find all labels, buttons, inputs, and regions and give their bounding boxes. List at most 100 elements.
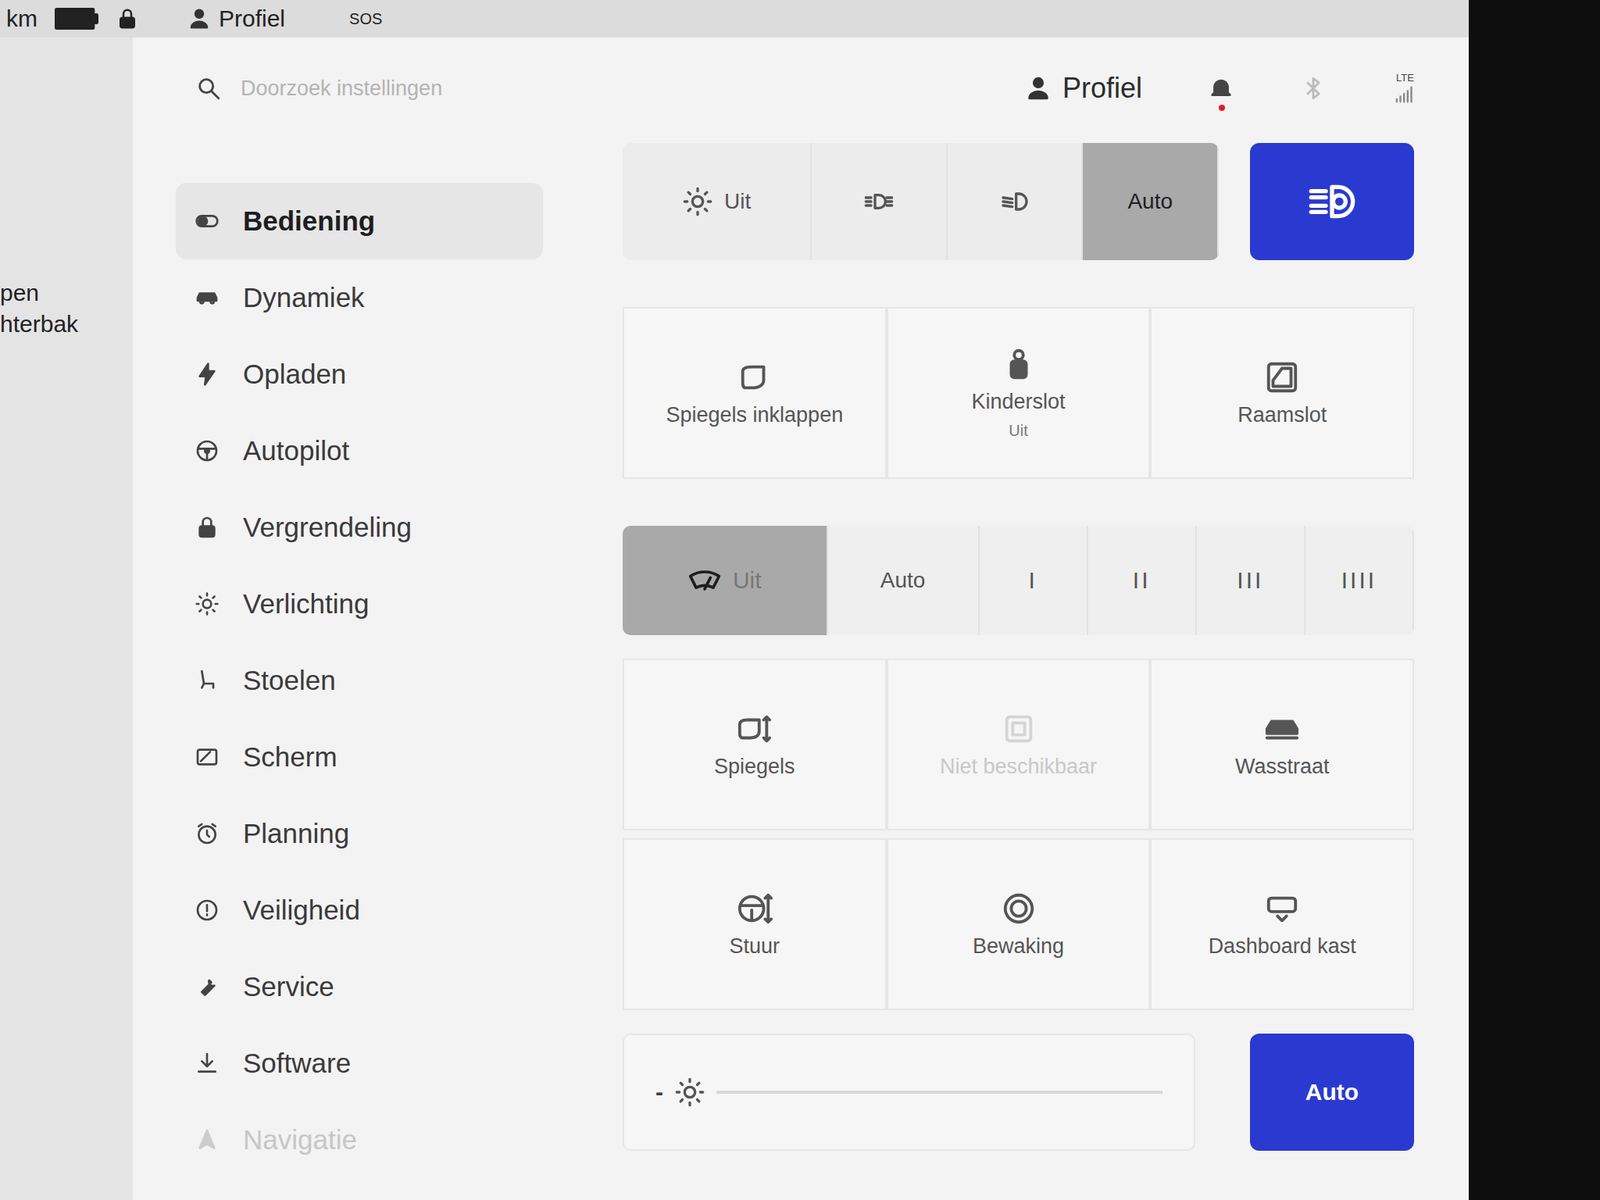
headlight-option[interactable]: Auto [1082, 142, 1219, 261]
network-status: LTE [1392, 71, 1415, 106]
toggle-icon [194, 208, 220, 234]
car-panel-text[interactable]: hterbak [0, 310, 133, 338]
auto-label[interactable]: Auto [1305, 1078, 1359, 1106]
brightness-track[interactable] [716, 1090, 1163, 1094]
settings-body: Bediening Dynamiek Opladen Autopilot Vergren… [132, 139, 1469, 1200]
control-value: Uit [1008, 421, 1028, 440]
control-card[interactable]: Wasstraat [1150, 658, 1415, 831]
sidebar-item[interactable]: Autopilot [175, 412, 543, 490]
screen-body: pen hterbak Doorzoek instellingen Profiel LT… [0, 37, 1469, 1200]
info-icon [194, 897, 220, 923]
wiper-option[interactable]: Uit [622, 525, 829, 636]
control-card[interactable]: Raamslot [1150, 307, 1415, 479]
wiper-control: UitAutoIIIIIIIIII [622, 525, 1415, 636]
wiper-label[interactable]: III [1236, 567, 1264, 594]
headlight-option[interactable] [947, 142, 1084, 261]
brightness-control: - [622, 1033, 1196, 1151]
sidebar-item[interactable]: Dynamiek [175, 259, 543, 336]
control-card[interactable]: Kinderslot Uit [886, 307, 1151, 479]
lock-icon [115, 7, 140, 31]
brightness-auto-button[interactable]: Auto [1250, 1033, 1415, 1151]
sidebar-label[interactable]: Bediening [242, 205, 375, 237]
sidebar-item[interactable]: Stoelen [175, 642, 543, 719]
control-card[interactable]: Dashboard kast [1150, 838, 1415, 1011]
profile-label[interactable]: Profiel [218, 5, 286, 33]
headlight-option[interactable] [811, 142, 948, 261]
control-card[interactable]: Stuur [622, 838, 887, 1011]
notification-button[interactable] [1207, 75, 1235, 102]
control-label[interactable]: Raamslot [1237, 403, 1327, 428]
wiper-label[interactable]: I [1028, 567, 1037, 594]
sidebar-item[interactable]: Opladen [175, 335, 543, 413]
control-label[interactable]: Kinderslot [971, 389, 1065, 415]
settings-panel: Doorzoek instellingen Profiel LTE Bediening… [132, 37, 1469, 1200]
bluetooth-icon [1300, 75, 1327, 102]
sidebar-label[interactable]: Veiligheid [242, 894, 361, 926]
sidebar-item[interactable]: Verlichting [175, 565, 543, 643]
sidebar-item[interactable]: Veiligheid [175, 871, 543, 949]
screen-icon [194, 744, 220, 770]
control-label[interactable]: Stuur [729, 934, 781, 959]
car-panel-text[interactable]: pen [0, 279, 133, 307]
wiper-option[interactable]: I [979, 525, 1089, 636]
sos-label[interactable]: SOS [349, 10, 383, 29]
headlight-label[interactable]: Uit [724, 189, 751, 215]
lowbeam-icon [999, 185, 1031, 218]
signal-icon [1392, 83, 1415, 106]
status-bar: kmProfielSOS [0, 0, 1469, 38]
control-label[interactable]: Spiegels inklappen [666, 403, 844, 428]
sidebar-label[interactable]: Verlichting [242, 588, 369, 620]
wiper-label[interactable]: II [1132, 567, 1151, 594]
sidebar-label[interactable]: Opladen [242, 358, 347, 390]
control-label[interactable]: Wasstraat [1235, 754, 1330, 779]
brightness-row: - Auto [622, 1033, 1415, 1151]
car-panel: pen hterbak [0, 37, 133, 1200]
sidebar-item[interactable]: Software [175, 1025, 543, 1102]
profile-button[interactable]: Profiel [1025, 71, 1143, 105]
wiper-option[interactable]: IIII [1305, 525, 1415, 636]
control-card-row: SpiegelsNiet beschikbaarWasstraat [622, 658, 1415, 831]
seat-icon [194, 667, 220, 693]
wiper-option[interactable]: III [1196, 525, 1306, 636]
headlight-label[interactable]: Auto [1127, 189, 1173, 215]
wiper-label[interactable]: IIII [1341, 567, 1377, 594]
control-label[interactable]: Dashboard kast [1208, 934, 1357, 959]
sidebar-item[interactable]: Scherm [175, 718, 543, 796]
car-icon [194, 285, 220, 311]
control-card[interactable]: Spiegels inklappen [622, 307, 887, 479]
profile-button[interactable]: Profiel [187, 5, 286, 33]
auto-high-beam-button[interactable] [1250, 142, 1415, 261]
control-card[interactable]: Bewaking [886, 838, 1151, 1011]
profile-label[interactable]: Profiel [1062, 71, 1143, 105]
disabled-icon [1000, 710, 1037, 747]
control-card[interactable]: Spiegels [622, 658, 887, 831]
search-field[interactable]: Doorzoek instellingen [240, 76, 1007, 101]
download-icon [194, 1050, 220, 1076]
wiper-option[interactable]: II [1088, 525, 1197, 636]
sidebar-label[interactable]: Vergrendeling [242, 511, 412, 543]
sidebar-label[interactable]: Navigatie [242, 1124, 358, 1156]
sidebar-item[interactable]: Navigatie [175, 1101, 543, 1179]
sidebar-label[interactable]: Stoelen [242, 664, 336, 697]
carwash-icon [1264, 710, 1300, 747]
sidebar-label[interactable]: Scherm [242, 741, 338, 773]
control-label[interactable]: Spiegels [714, 754, 796, 779]
sidebar-label[interactable]: Planning [242, 817, 350, 850]
settings-header: Doorzoek instellingen Profiel LTE [132, 37, 1469, 140]
sidebar-label[interactable]: Autopilot [242, 435, 350, 467]
sidebar-item[interactable]: Service [175, 948, 543, 1025]
headlight-option[interactable]: Uit [622, 142, 812, 261]
control-label[interactable]: Bewaking [972, 934, 1065, 959]
headlight-row: Uit Auto [622, 142, 1415, 261]
wiper-label[interactable]: Uit [732, 567, 762, 594]
sidebar-item[interactable]: Bediening [175, 182, 543, 260]
sidebar-item[interactable]: Vergrendeling [175, 489, 543, 566]
sidebar-label[interactable]: Service [242, 971, 335, 1003]
sidebar-label[interactable]: Dynamiek [242, 282, 365, 314]
sidebar-label[interactable]: Software [242, 1047, 351, 1079]
wiper-label[interactable]: Auto [880, 567, 926, 593]
sidebar-item[interactable]: Planning [175, 795, 543, 872]
screen-bezel [1468, 0, 1600, 1200]
wiper-option[interactable]: Auto [828, 525, 980, 636]
wrench-icon [194, 974, 220, 1000]
